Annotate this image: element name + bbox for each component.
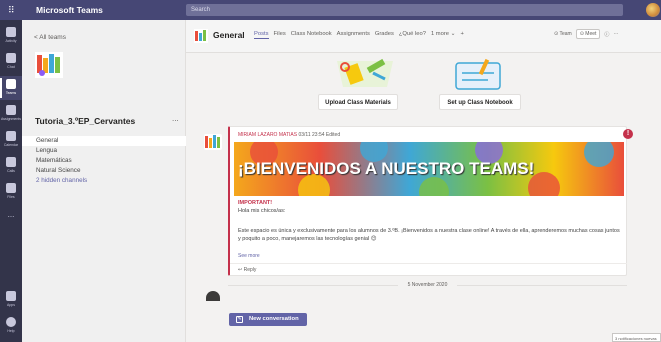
- post-greeting: Hola mis chicos/as:: [238, 208, 286, 214]
- team-logo: [35, 52, 63, 78]
- tab-class-notebook[interactable]: Class Notebook: [291, 31, 332, 39]
- search-input[interactable]: Search: [186, 4, 623, 16]
- meet-button[interactable]: ⊙ Meet: [575, 29, 601, 39]
- channel-team-logo: [194, 29, 208, 43]
- post-meta: 03/11 23:54 Edited: [298, 132, 341, 138]
- new-conversation-label: New conversation: [249, 316, 299, 322]
- notification-toast[interactable]: 3 notificaciones nuevas: [612, 333, 661, 342]
- rail-more[interactable]: ...: [0, 206, 22, 230]
- upload-class-materials-button[interactable]: Upload Class Materials: [318, 94, 398, 110]
- more-apps-icon: ...: [7, 210, 15, 219]
- post-author: MIRIAM LAZARO MATIAS: [238, 132, 298, 138]
- info-icon[interactable]: ⓘ: [604, 31, 609, 38]
- see-more-link[interactable]: See more: [238, 253, 260, 259]
- author-avatar: [204, 134, 222, 150]
- all-teams-link[interactable]: < All teams: [34, 34, 66, 41]
- tab-posts[interactable]: Posts: [254, 31, 269, 39]
- assignments-icon: [6, 105, 16, 115]
- app-rail: Activity Chat Teams Assignments Calendar…: [0, 20, 22, 342]
- channel-tabs: Posts Files Class Notebook Assignments G…: [254, 31, 464, 39]
- channel-lengua[interactable]: Lengua: [34, 146, 186, 156]
- title-bar: ⠿ Microsoft Teams Search: [0, 0, 661, 20]
- rail-apps[interactable]: Apps: [0, 288, 22, 312]
- reply-button[interactable]: ↩ Reply: [230, 263, 627, 276]
- post-header: MIRIAM LAZARO MATIAS 03/11 23:54 Edited: [238, 132, 340, 138]
- team-panel: < All teams Tutoria_3.ºEP_Cervantes ... …: [22, 20, 186, 342]
- app-title: Microsoft Teams: [36, 5, 103, 15]
- search-placeholder: Search: [191, 7, 211, 13]
- add-tab-button[interactable]: +: [460, 31, 463, 39]
- post-banner: ¡BIENVENIDOS A NUESTRO TEAMS!: [234, 142, 624, 196]
- teams-icon: [6, 79, 16, 89]
- app-launcher-icon[interactable]: ⠿: [8, 5, 18, 15]
- rail-activity[interactable]: Activity: [0, 24, 22, 48]
- rail-calls[interactable]: Calls: [0, 154, 22, 178]
- compose-icon: ✎: [236, 316, 243, 323]
- files-icon: [6, 183, 16, 193]
- rail-assignments[interactable]: Assignments: [0, 102, 22, 126]
- team-more-options[interactable]: ...: [172, 114, 179, 123]
- rail-chat[interactable]: Chat: [0, 50, 22, 74]
- profile-avatar[interactable]: [646, 3, 660, 17]
- bell-icon: [6, 27, 16, 37]
- channel-general[interactable]: General: [22, 136, 186, 146]
- rail-help[interactable]: Help: [0, 314, 22, 338]
- new-conversation-button[interactable]: ✎ New conversation: [229, 313, 307, 326]
- channel-list: General Lengua Matemáticas Natural Scien…: [22, 136, 186, 186]
- channel-title: General: [213, 30, 245, 40]
- upload-illustration: [337, 58, 393, 87]
- team-name: Tutoria_3.ºEP_Cervantes: [35, 116, 136, 126]
- rail-teams[interactable]: Teams: [0, 76, 22, 100]
- tab-que-leo[interactable]: ¿Qué leo?: [399, 31, 426, 39]
- team-button[interactable]: ⊙ Team: [554, 31, 572, 37]
- tab-more[interactable]: 1 more ⌄: [431, 31, 456, 39]
- important-badge-icon: !: [623, 129, 633, 139]
- phone-icon: [6, 157, 16, 167]
- post-body: Este espacio es única y exclusivamente p…: [238, 228, 620, 242]
- notebook-illustration: [455, 58, 501, 90]
- tab-grades[interactable]: Grades: [375, 31, 394, 39]
- tab-files[interactable]: Files: [274, 31, 286, 39]
- next-post-avatar: [206, 291, 220, 301]
- apps-icon: [6, 291, 16, 301]
- header-actions: ⊙ Team ⊙ Meet ⓘ ···: [554, 29, 618, 39]
- more-options-icon[interactable]: ···: [613, 31, 618, 37]
- announcement-post[interactable]: MIRIAM LAZARO MATIAS 03/11 23:54 Edited …: [228, 126, 627, 276]
- date-separator: 5 November 2020: [228, 282, 627, 288]
- help-icon: [6, 317, 16, 327]
- post-important-label: IMPORTANT!: [238, 200, 273, 206]
- banner-title: ¡BIENVENIDOS A NUESTRO TEAMS!: [238, 159, 535, 178]
- channel-matematicas[interactable]: Matemáticas: [34, 156, 186, 166]
- calendar-icon: [6, 131, 16, 141]
- setup-class-notebook-button[interactable]: Set up Class Notebook: [439, 94, 521, 110]
- chat-icon: [6, 53, 16, 63]
- channel-main: General Posts Files Class Notebook Assig…: [186, 20, 661, 342]
- channel-header: General Posts Files Class Notebook Assig…: [186, 20, 661, 53]
- hidden-channels-link[interactable]: 2 hidden channels: [34, 176, 186, 186]
- tab-assignments[interactable]: Assignments: [337, 31, 370, 39]
- rail-files[interactable]: Files: [0, 180, 22, 204]
- rail-calendar[interactable]: Calendar: [0, 128, 22, 152]
- channel-natural-science[interactable]: Natural Science: [34, 166, 186, 176]
